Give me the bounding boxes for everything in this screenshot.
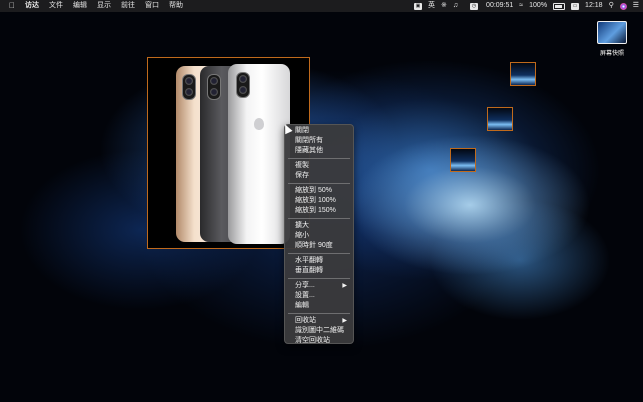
- search-icon[interactable]: ⚲: [609, 0, 614, 12]
- context-menu: 關閉 關閉所有 隱藏其他 複製 保存 縮放到 50% 縮放到 100% 縮放到 …: [284, 124, 354, 344]
- app-status-icon[interactable]: ▣: [413, 2, 422, 10]
- menu-item-enlarge[interactable]: 擴大: [285, 221, 353, 231]
- screen-mirror-icon[interactable]: ▭: [571, 2, 580, 10]
- menu-file[interactable]: 文件: [49, 0, 63, 12]
- menu-separator: [288, 253, 350, 254]
- submenu-arrow-icon: ▶: [342, 283, 347, 289]
- desktop-file-label: 屏幕快照: [599, 51, 624, 57]
- menu-item-zoom-150[interactable]: 縮放到 150%: [285, 206, 353, 216]
- menu-item-share-label: 分享...: [295, 282, 315, 289]
- apple-logo-icon: [254, 118, 264, 130]
- floating-thumbnail-window[interactable]: [487, 107, 513, 131]
- menu-bar:  访达 文件 编辑 显示 前往 窗口 帮助 ▣ 英 ※ ♫ ◷ 00:09:5…: [0, 0, 643, 12]
- menu-window[interactable]: 窗口: [145, 0, 159, 12]
- menu-item-edit[interactable]: 編輯: [285, 301, 353, 311]
- phone-image-silver: [228, 64, 290, 244]
- menu-item-empty-trash[interactable]: 清空回收站: [285, 336, 353, 346]
- bluetooth-icon[interactable]: ※: [441, 0, 447, 12]
- timer-icon: ◷: [470, 3, 479, 10]
- floating-thumbnail-window[interactable]: [510, 62, 536, 86]
- timer-value: 00:09:51: [486, 2, 514, 9]
- submenu-arrow-icon: ▶: [342, 318, 347, 324]
- menu-separator: [288, 218, 350, 219]
- camera-icon: [207, 74, 221, 100]
- menu-item-trash[interactable]: 回收站 ▶: [285, 316, 353, 326]
- menu-item-scan-qr[interactable]: 識別圖中二維碼: [285, 326, 353, 336]
- desktop-file-screenshot[interactable]: 屏幕快照: [592, 21, 632, 57]
- menu-item-trash-label: 回收站: [295, 317, 316, 324]
- menu-finder[interactable]: 访达: [25, 0, 39, 12]
- menu-item-zoom-50[interactable]: 縮放到 50%: [285, 186, 353, 196]
- screenshot-thumbnail-icon: [597, 21, 627, 44]
- menu-item-save[interactable]: 保存: [285, 171, 353, 181]
- menu-item-copy[interactable]: 複製: [285, 161, 353, 171]
- timer-group[interactable]: ◷ 00:09:51: [464, 0, 513, 12]
- wifi-icon[interactable]: ≈: [519, 0, 523, 12]
- floating-thumbnail-window[interactable]: [450, 148, 476, 172]
- menu-item-close-all[interactable]: 關閉所有: [285, 136, 353, 146]
- menu-item-settings[interactable]: 設置...: [285, 291, 353, 301]
- input-method-indicator[interactable]: 英: [428, 0, 435, 12]
- menu-item-close[interactable]: 關閉: [285, 126, 353, 136]
- status-area: ▣ 英 ※ ♫ ◷ 00:09:51 ≈ 100% ▭ 12:18 ⚲ ☰: [408, 0, 639, 12]
- battery-icon[interactable]: [553, 2, 566, 10]
- siri-icon[interactable]: [619, 2, 627, 10]
- menu-item-shrink[interactable]: 縮小: [285, 231, 353, 241]
- volume-icon[interactable]: ♫: [453, 0, 458, 12]
- apple-icon[interactable]: : [9, 0, 17, 12]
- menu-go[interactable]: 前往: [121, 0, 135, 12]
- menu-item-rotate-cw[interactable]: 順時針 90度: [285, 241, 353, 251]
- menu-separator: [288, 183, 350, 184]
- clock[interactable]: 12:18: [585, 0, 603, 12]
- menu-separator: [288, 158, 350, 159]
- menu-item-share[interactable]: 分享... ▶: [285, 281, 353, 291]
- menu-item-zoom-100[interactable]: 縮放到 100%: [285, 196, 353, 206]
- menu-item-flip-horizontal[interactable]: 水平翻轉: [285, 256, 353, 266]
- menu-item-flip-vertical[interactable]: 垂直翻轉: [285, 266, 353, 276]
- camera-icon: [182, 74, 196, 100]
- battery-percent[interactable]: 100%: [529, 0, 547, 12]
- camera-icon: [236, 72, 250, 98]
- menu-edit[interactable]: 编辑: [73, 0, 87, 12]
- menu-view[interactable]: 显示: [97, 0, 111, 12]
- menu-item-hide-others[interactable]: 隱藏其他: [285, 146, 353, 156]
- notification-center-icon[interactable]: ☰: [633, 0, 639, 12]
- menu-help[interactable]: 帮助: [169, 0, 183, 12]
- menu-separator: [288, 313, 350, 314]
- menu-separator: [288, 278, 350, 279]
